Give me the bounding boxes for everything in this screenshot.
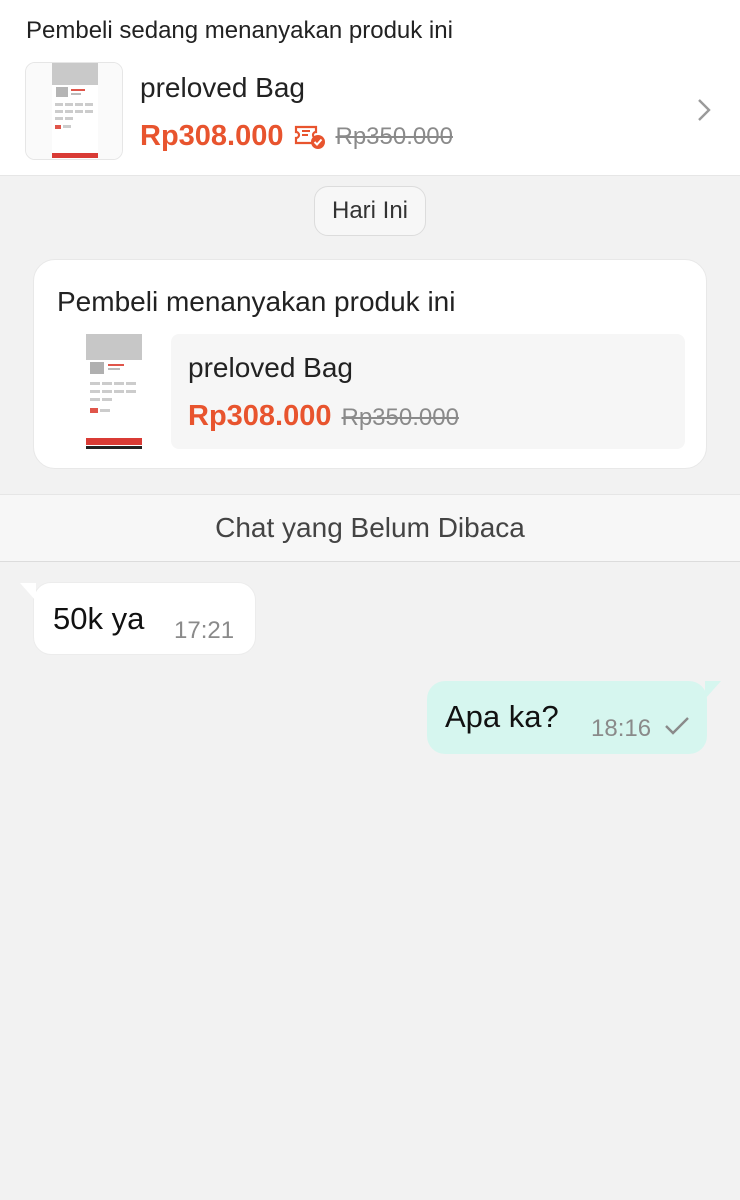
- message-time: 17:21: [174, 617, 235, 644]
- bubble-tail: [20, 583, 36, 601]
- incoming-message[interactable]: 50k ya 17:21: [20, 582, 256, 655]
- banner-price: Rp308.000: [140, 120, 284, 152]
- inquiry-old-price: Rp350.000: [341, 404, 459, 431]
- message-text: Apa ka?: [445, 699, 559, 734]
- product-thumbnail: [25, 62, 123, 160]
- banner-product-name: preloved Bag: [140, 72, 306, 103]
- inquiry-card-title: Pembeli menanyakan produk ini: [57, 286, 456, 317]
- inquiry-price-row: Rp308.000 Rp350.000: [188, 400, 459, 433]
- inquiry-product-info: preloved Bag Rp308.000 Rp350.000: [171, 334, 685, 449]
- inquiry-product-name: preloved Bag: [188, 352, 354, 383]
- inquiry-price: Rp308.000: [188, 400, 332, 432]
- product-inquiry-card[interactable]: Pembeli menanyakan produk ini preloved B…: [33, 259, 707, 469]
- banner-price-row: Rp308.000 Rp350.000: [140, 120, 453, 153]
- message-text: 50k ya: [53, 601, 145, 636]
- check-icon: [663, 715, 691, 737]
- chevron-right-icon[interactable]: [696, 96, 712, 124]
- bubble-tail: [705, 681, 721, 699]
- voucher-check-icon: [294, 123, 326, 151]
- outgoing-message[interactable]: Apa ka? 18:16: [427, 681, 721, 754]
- date-separator: Hari Ini: [314, 186, 426, 236]
- inquiry-product-thumbnail: [86, 334, 142, 450]
- banner-title: Pembeli sedang menanyakan produk ini: [26, 17, 453, 44]
- banner-old-price: Rp350.000: [335, 122, 453, 150]
- message-time: 18:16: [591, 715, 652, 742]
- product-banner[interactable]: Pembeli sedang menanyakan produk ini pre…: [0, 0, 740, 176]
- unread-messages-divider: Chat yang Belum Dibaca: [0, 494, 740, 562]
